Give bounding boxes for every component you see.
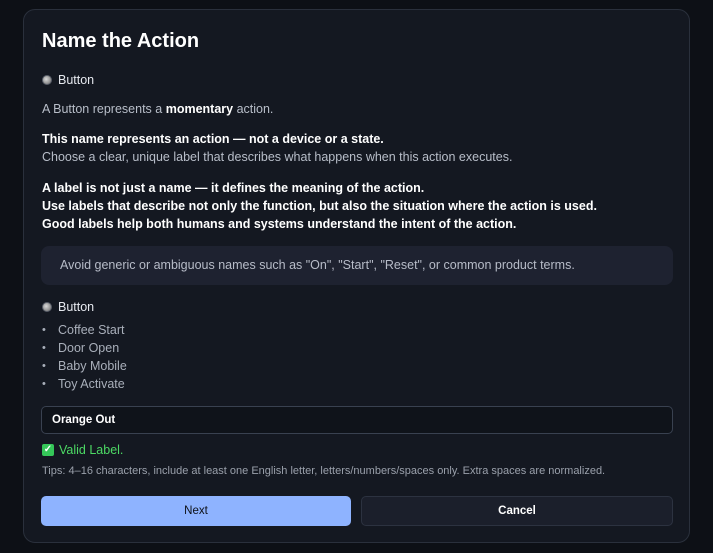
- validation-text: Valid Label.: [59, 443, 124, 457]
- examples-label: Button: [58, 300, 95, 314]
- action-type-indicator: Button: [42, 73, 94, 87]
- hint-box: Avoid generic or ambiguous names such as…: [41, 246, 673, 285]
- rule2-line3: Good labels help both humans and systems…: [42, 217, 517, 231]
- next-button[interactable]: Next: [41, 496, 351, 526]
- button-type-icon: [42, 302, 52, 312]
- list-item: Door Open: [42, 339, 127, 357]
- rule1-subtext: Choose a clear, unique label that descri…: [42, 150, 513, 164]
- intro-prefix: A Button represents a: [42, 102, 166, 116]
- example-list: Coffee Start Door Open Baby Mobile Toy A…: [42, 321, 127, 393]
- button-type-icon: [42, 75, 52, 85]
- rule2-line1: A label is not just a name — it defines …: [42, 181, 425, 195]
- intro-emphasis: momentary: [165, 102, 234, 116]
- rule1-heading: This name represents an action — not a d…: [42, 132, 384, 146]
- validation-status: ✓ Valid Label.: [42, 443, 123, 457]
- intro-suffix: action.: [233, 102, 274, 116]
- cancel-button[interactable]: Cancel: [361, 496, 673, 526]
- intro-text: A Button represents a momentary action.: [42, 100, 273, 118]
- list-item: Baby Mobile: [42, 357, 127, 375]
- examples-type-indicator: Button: [42, 300, 94, 314]
- name-action-dialog: Name the Action Button A Button represen…: [23, 9, 690, 543]
- dialog-title: Name the Action: [42, 30, 200, 52]
- list-item: Toy Activate: [42, 375, 127, 393]
- check-icon: ✓: [42, 444, 54, 456]
- tips-text: Tips: 4–16 characters, include at least …: [42, 465, 606, 477]
- rule2-line2: Use labels that describe not only the fu…: [42, 199, 597, 213]
- label-input[interactable]: [41, 406, 673, 434]
- list-item: Coffee Start: [42, 321, 127, 339]
- action-type-label: Button: [58, 73, 95, 87]
